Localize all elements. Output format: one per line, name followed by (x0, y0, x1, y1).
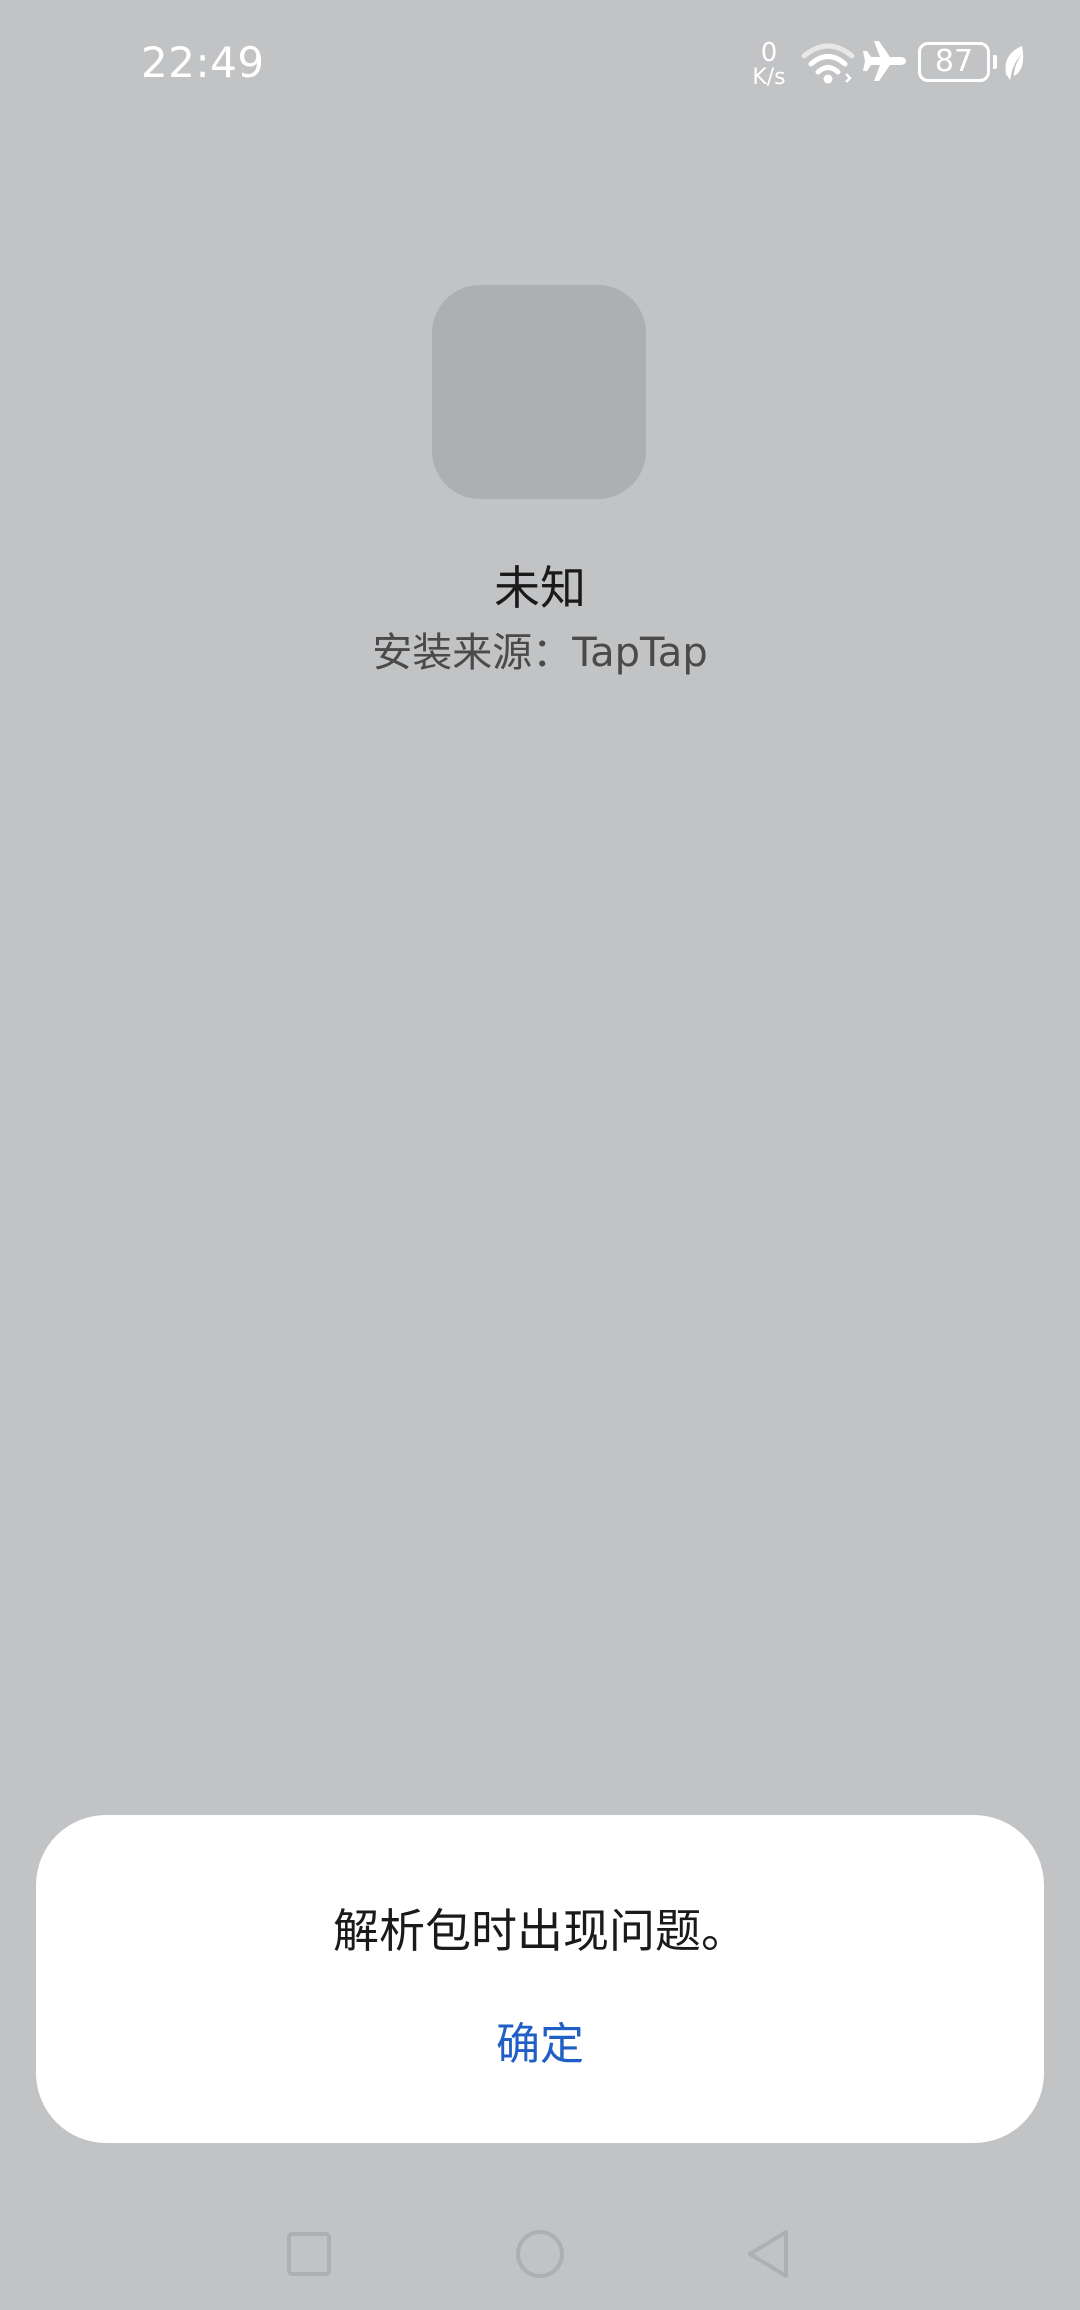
airplane-icon (863, 41, 906, 81)
dialog-message: 解析包时出现问题。 (333, 1904, 747, 1958)
app-icon-placeholder (432, 285, 646, 499)
leaf-icon (1005, 46, 1024, 80)
app-name: 未知 (494, 561, 586, 615)
network-speed: 0 K/s (745, 40, 793, 89)
back-icon[interactable] (738, 2222, 802, 2286)
status-time: 22:49 (141, 38, 265, 87)
confirm-button[interactable]: 确定 (440, 2005, 640, 2085)
home-icon[interactable] (508, 2222, 572, 2286)
install-source: 安装来源：TapTap (372, 630, 708, 676)
wifi-icon (801, 43, 855, 84)
error-dialog: 解析包时出现问题。 确定 (36, 1815, 1044, 2143)
recent-apps-icon[interactable] (277, 2222, 341, 2286)
battery-level: 87 (934, 44, 974, 79)
status-bar: 22:49 0 K/s 87 (0, 0, 1080, 130)
network-speed-unit: K/s (752, 65, 786, 90)
battery-tip (993, 55, 997, 69)
battery-icon: 87 (918, 42, 990, 82)
network-speed-value: 0 (760, 38, 778, 68)
